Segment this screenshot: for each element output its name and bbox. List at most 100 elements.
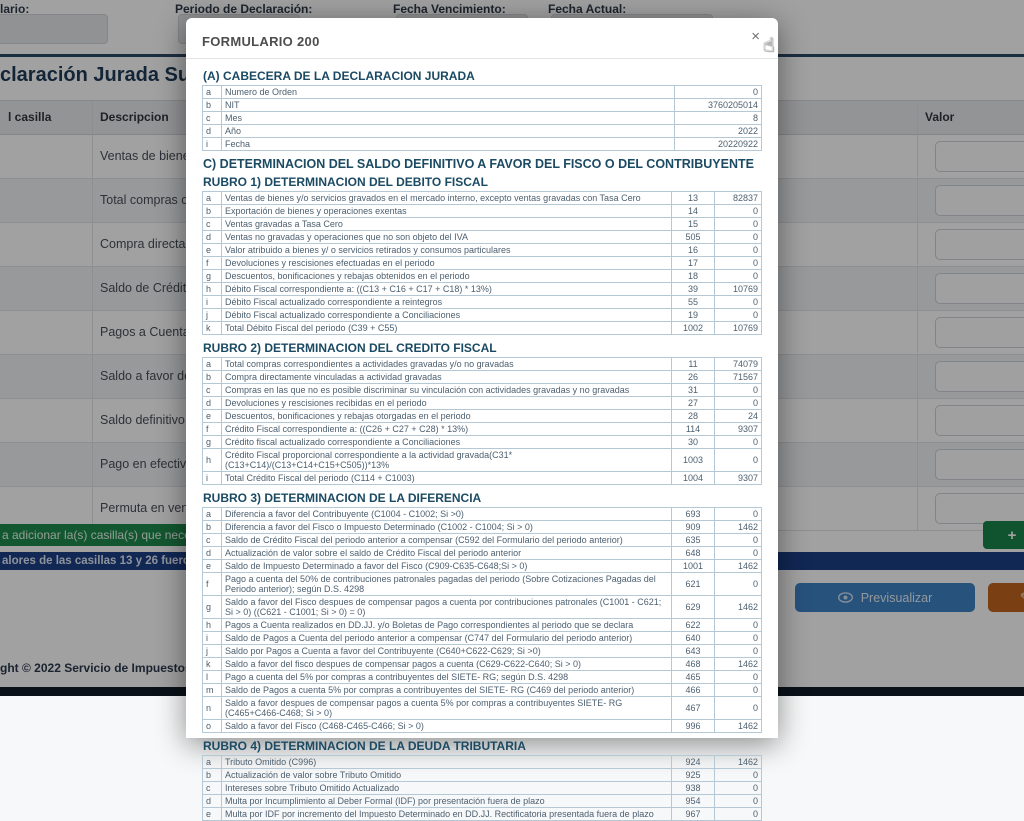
form-row: dMulta por Incumplimiento al Deber Forma… <box>203 795 762 808</box>
row-letter: j <box>203 645 222 658</box>
form-row: jSaldo por Pagos a Cuenta a favor del Co… <box>203 645 762 658</box>
form-row: hDébito Fiscal correspondiente a: ((C13 … <box>203 283 762 296</box>
row-letter: d <box>203 397 222 410</box>
row-casilla-number: 938 <box>672 782 715 795</box>
row-casilla-number: 648 <box>672 547 715 560</box>
row-value: 0 <box>715 257 762 270</box>
row-description: Saldo por Pagos a Cuenta a favor del Con… <box>222 645 672 658</box>
close-icon[interactable]: × <box>745 28 766 45</box>
row-value: 0 <box>715 244 762 257</box>
row-letter: d <box>203 125 222 138</box>
row-description: Pagos a Cuenta realizados en DD.JJ. y/o … <box>222 619 672 632</box>
row-description: Débito Fiscal actualizado correspondient… <box>222 296 672 309</box>
row-description: Actualización de valor sobre Tributo Omi… <box>222 769 672 782</box>
row-letter: h <box>203 619 222 632</box>
row-letter: c <box>203 112 222 125</box>
row-value: 0 <box>715 619 762 632</box>
row-casilla-number: 19 <box>672 309 715 322</box>
form-row: kSaldo a favor del fisco despues de comp… <box>203 658 762 671</box>
row-value: 9307 <box>715 423 762 436</box>
row-description: Tributo Omitido (C996) <box>222 756 672 769</box>
form-row: iSaldo de Pagos a Cuenta del periodo ant… <box>203 632 762 645</box>
row-letter: g <box>203 270 222 283</box>
row-value: 0 <box>715 547 762 560</box>
row-letter: f <box>203 423 222 436</box>
row-casilla-number: 15 <box>672 218 715 231</box>
row-value: 0 <box>715 436 762 449</box>
row-letter: n <box>203 697 222 720</box>
row-casilla-number: 31 <box>672 384 715 397</box>
modal-title: FORMULARIO 200 <box>202 34 320 49</box>
form-row: hCrédito Fiscal proporcional correspondi… <box>203 449 762 472</box>
row-description: Compras en las que no es posible discrim… <box>222 384 672 397</box>
row-casilla-number: 909 <box>672 521 715 534</box>
row-casilla-number: 18 <box>672 270 715 283</box>
row-value: 0 <box>715 296 762 309</box>
row-label: Mes <box>222 112 675 125</box>
form-row: fCrédito Fiscal correspondiente a: ((C26… <box>203 423 762 436</box>
form-row: cCompras en las que no es posible discri… <box>203 384 762 397</box>
row-letter: e <box>203 808 222 821</box>
form-row: iDébito Fiscal actualizado correspondien… <box>203 296 762 309</box>
form-row: gDescuentos, bonificaciones y rebajas ob… <box>203 270 762 283</box>
form-row: jDébito Fiscal actualizado correspondien… <box>203 309 762 322</box>
row-letter: c <box>203 782 222 795</box>
row-letter: a <box>203 192 222 205</box>
row-letter: a <box>203 358 222 371</box>
row-letter: c <box>203 218 222 231</box>
form-row: fPago a cuenta del 50% de contribuciones… <box>203 573 762 596</box>
row-description: Débito Fiscal actualizado correspondient… <box>222 309 672 322</box>
row-value: 1462 <box>715 658 762 671</box>
row-casilla-number: 114 <box>672 423 715 436</box>
row-description: Total Crédito Fiscal del periodo (C114 +… <box>222 472 672 485</box>
rubro-1-table: aVentas de bienes y/o servicios gravados… <box>202 191 762 335</box>
row-letter: j <box>203 309 222 322</box>
form-row: bDiferencia a favor del Fisco o Impuesto… <box>203 521 762 534</box>
rubro-3-table: aDiferencia a favor del Contribuyente (C… <box>202 507 762 733</box>
row-letter: o <box>203 720 222 733</box>
formulario-200-modal: FORMULARIO 200 × ☝ (A) CABECERA DE LA DE… <box>186 18 778 738</box>
row-casilla-number: 1004 <box>672 472 715 485</box>
form-row: dVentas no gravadas y operaciones que no… <box>203 231 762 244</box>
form-row: gCrédito fiscal actualizado correspondie… <box>203 436 762 449</box>
row-casilla-number: 14 <box>672 205 715 218</box>
row-value: 0 <box>715 697 762 720</box>
row-value: 1462 <box>715 756 762 769</box>
row-casilla-number: 693 <box>672 508 715 521</box>
row-description: Crédito Fiscal proporcional correspondie… <box>222 449 672 472</box>
row-description: Pago a cuenta del 50% de contribuciones … <box>222 573 672 596</box>
row-casilla-number: 1003 <box>672 449 715 472</box>
row-letter: a <box>203 508 222 521</box>
row-letter: e <box>203 410 222 423</box>
form-row: eValor atribuido a bienes y/ o servicios… <box>203 244 762 257</box>
cabecera-table: aNumero de Orden0bNIT3760205014cMes8dAño… <box>202 85 762 151</box>
row-letter: m <box>203 684 222 697</box>
form-row: aTributo Omitido (C996)9241462 <box>203 756 762 769</box>
row-letter: h <box>203 283 222 296</box>
form-row: oSaldo a favor del Fisco (C468-C465-C466… <box>203 720 762 733</box>
row-letter: f <box>203 257 222 270</box>
row-value: 71567 <box>715 371 762 384</box>
form-row: cIntereses sobre Tributo Omitido Actuali… <box>203 782 762 795</box>
modal-header: FORMULARIO 200 × ☝ <box>186 18 778 59</box>
row-letter: a <box>203 756 222 769</box>
row-description: Devoluciones y rescisiones recibidas en … <box>222 397 672 410</box>
row-casilla-number: 924 <box>672 756 715 769</box>
row-casilla-number: 621 <box>672 573 715 596</box>
modal-body: (A) CABECERA DE LA DECLARACION JURADA aN… <box>186 59 778 821</box>
row-value: 0 <box>715 205 762 218</box>
form-row: dDevoluciones y rescisiones recibidas en… <box>203 397 762 410</box>
row-value: 0 <box>715 782 762 795</box>
form-row: eMulta por IDF por incremento del Impues… <box>203 808 762 821</box>
row-description: Saldo a favor del fisco despues de compe… <box>222 658 672 671</box>
row-letter: g <box>203 596 222 619</box>
row-value: 20220922 <box>675 138 762 151</box>
row-casilla-number: 996 <box>672 720 715 733</box>
row-letter: b <box>203 99 222 112</box>
row-description: Diferencia a favor del Contribuyente (C1… <box>222 508 672 521</box>
rubro-4-title: RUBRO 4) DETERMINACION DE LA DEUDA TRIBU… <box>202 737 762 755</box>
row-casilla-number: 30 <box>672 436 715 449</box>
row-value: 0 <box>715 231 762 244</box>
row-value: 0 <box>715 270 762 283</box>
row-letter: e <box>203 244 222 257</box>
